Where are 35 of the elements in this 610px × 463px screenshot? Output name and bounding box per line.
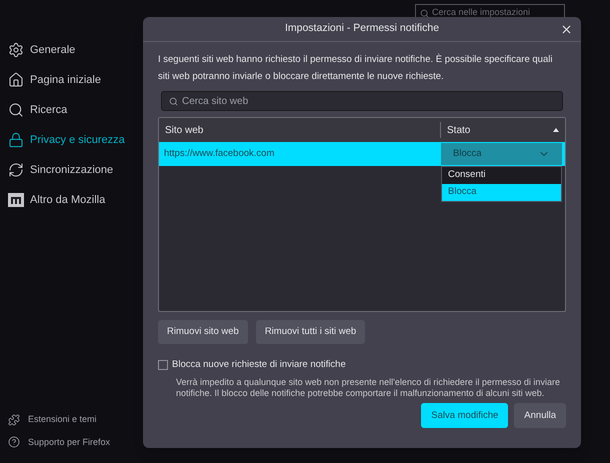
dialog-title: Impostazioni - Permessi notifiche	[284, 21, 440, 36]
checkbox-note: Verrà impedito a qualunque sito web non presente nell'elenco di richiedere il permesso di inviare notifiche. Il blocco delle notifiche potrebbe comportare il malfunzionamento di alcuni siti web.	[176, 377, 561, 400]
sidebar-item[interactable]: Privacy e sicurezza	[8, 130, 135, 150]
sidebar-item[interactable]: Pagina iniziale	[8, 70, 135, 90]
search-icon	[420, 8, 429, 18]
checkbox-label[interactable]: Blocca nuove richieste di inviare notifiche	[172, 358, 346, 372]
sidebar-link[interactable]: Supporto per Firefox	[8, 436, 135, 449]
sidebar-item[interactable]: Ricerca	[8, 100, 135, 120]
search-icon	[8, 102, 24, 118]
checkbox[interactable]	[158, 360, 168, 370]
gear-icon	[8, 42, 24, 58]
search-icon	[169, 97, 178, 106]
help-icon	[8, 436, 20, 448]
remove-button[interactable]: Rimuovi tutti i siti web	[256, 320, 366, 344]
dropdown-option[interactable]: Blocca	[442, 184, 561, 201]
column-header[interactable]: Stato	[441, 122, 565, 138]
cancel-button[interactable]: Annulla	[514, 403, 566, 428]
lock-icon	[8, 132, 24, 148]
site-cell-text: https://www.facebook.com	[163, 146, 276, 161]
column-header[interactable]: Sito web	[159, 122, 441, 138]
description-text: I seguenti siti web hanno richiesto il permesso di inviare notifiche. È possibile specificare quali siti web potranno inviarle o bloccare direttamente le nuove richieste.	[158, 52, 554, 84]
dropdown-option[interactable]: Consenti	[442, 167, 561, 184]
close-icon	[560, 22, 572, 36]
home-icon	[8, 72, 24, 88]
sync-icon	[8, 162, 24, 178]
sidebar-item[interactable]: Generale	[8, 40, 135, 60]
save-button[interactable]: Salva modifiche	[421, 403, 508, 428]
sidebar-item[interactable]: Sincronizzazione	[8, 160, 135, 180]
mozilla-logo-icon	[8, 193, 24, 207]
site-search-field[interactable]: Cerca sito web	[161, 91, 563, 111]
remove-button[interactable]: Rimuovi sito web	[158, 320, 248, 344]
sort-arrow-icon	[553, 128, 559, 132]
sidebar-link[interactable]: Estensioni e temi	[8, 413, 135, 426]
puzzle-icon	[8, 414, 20, 426]
sidebar-item[interactable]: Altro da Mozilla	[8, 190, 135, 210]
